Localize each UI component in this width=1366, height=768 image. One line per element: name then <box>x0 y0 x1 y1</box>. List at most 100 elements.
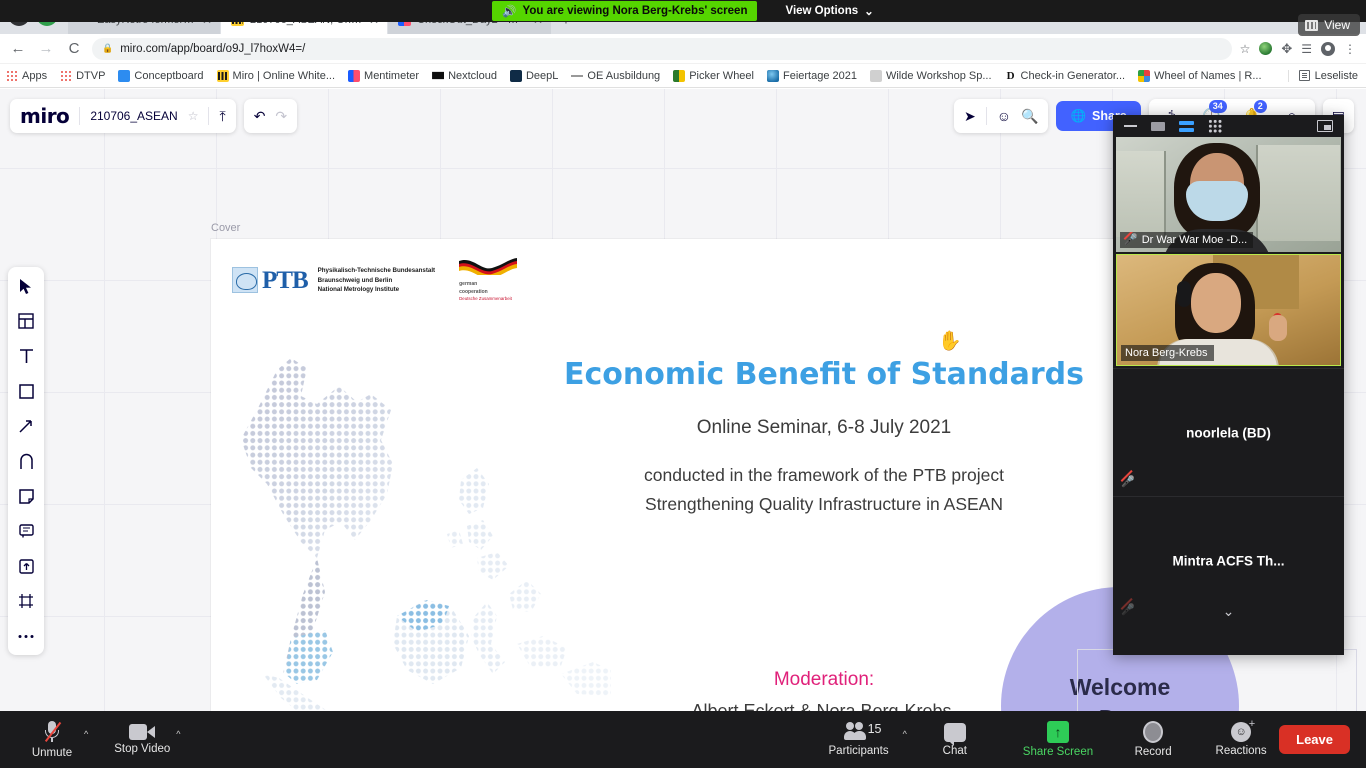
globe-icon: 🌐 <box>1070 108 1087 123</box>
profile-avatar-icon[interactable] <box>1321 41 1335 56</box>
url-input[interactable]: 🔒 miro.com/app/board/o9J_l7hoxW4=/ <box>92 37 1232 60</box>
bookmark-apps[interactable]: Apps <box>6 69 47 82</box>
chevron-down-icon: ⌄ <box>864 6 874 18</box>
viewing-text: You are viewing Nora Berg-Krebs' screen <box>522 5 748 17</box>
frame-label[interactable]: Cover <box>211 222 240 234</box>
upload-tool[interactable] <box>15 555 37 577</box>
participants-button[interactable]: 15 Participants <box>811 711 907 768</box>
bookmark-picker-wheel[interactable]: Picker Wheel <box>673 69 754 82</box>
arrow-tool[interactable] <box>15 415 37 437</box>
reading-list-icon <box>1298 70 1310 81</box>
mute-button[interactable]: Unmute <box>14 711 90 768</box>
redo-icon[interactable]: ↷ <box>275 108 287 125</box>
bookmark-wheel-of-names[interactable]: Wheel of Names | R... <box>1138 69 1262 82</box>
letter-d-icon: D <box>1004 69 1017 82</box>
extension-list-icon[interactable]: ☰ <box>1301 42 1312 56</box>
speaker-view-icon[interactable] <box>1179 120 1194 132</box>
extension-globe-icon[interactable] <box>1259 42 1273 55</box>
participants-caret[interactable]: ^ <box>903 729 907 739</box>
people-icon: 15 <box>843 722 881 742</box>
record-button[interactable]: Record <box>1115 711 1191 768</box>
bookmark-mentimeter[interactable]: Mentimeter <box>348 69 419 82</box>
stop-video-button[interactable]: Stop Video <box>104 711 180 768</box>
forward-button[interactable]: → <box>36 40 56 57</box>
reactions-button[interactable]: ☺ + Reactions <box>1203 711 1279 768</box>
share-upload-icon[interactable]: ⤒ <box>219 108 225 125</box>
slide-subtitle: Online Seminar, 6-8 July 2021 <box>696 417 952 438</box>
zoom-magic-icon[interactable]: 🔍 <box>1021 108 1038 125</box>
more-tools[interactable] <box>15 625 37 647</box>
pen-tool[interactable] <box>15 450 37 472</box>
apps-grid-icon <box>60 69 73 82</box>
leave-button[interactable]: Leave <box>1279 725 1350 754</box>
bookmark-checkin-generator[interactable]: D Check-in Generator... <box>1004 69 1125 82</box>
video-options-caret[interactable]: ^ <box>176 729 180 739</box>
chat-button[interactable]: Chat <box>917 711 993 768</box>
reload-button[interactable]: C <box>64 40 84 57</box>
undo-icon[interactable]: ↶ <box>254 108 266 125</box>
participant-tile-0[interactable]: 🎤 Dr War War Moe -D... <box>1116 137 1341 252</box>
wheel-of-names-icon <box>1138 69 1151 82</box>
extension-puzzle-icon[interactable]: ✥ <box>1281 41 1292 57</box>
bookmark-miro[interactable]: Miro | Online White... <box>216 69 335 82</box>
miro-history-pill: ↶ ↷ <box>243 99 298 133</box>
bookmark-label: Wilde Workshop Sp... <box>885 69 992 82</box>
bookmark-star-icon[interactable]: ☆ <box>1240 42 1251 56</box>
bookmark-label: Wheel of Names | R... <box>1154 69 1262 82</box>
pip-icon[interactable] <box>1317 120 1333 132</box>
board-name[interactable]: 210706_ASEAN <box>90 109 177 123</box>
mic-muted-icon: 🎤 <box>1123 232 1138 246</box>
slide-body: conducted in the framework of the PTB pr… <box>474 461 1174 519</box>
record-icon <box>1143 721 1164 743</box>
wilde-icon <box>869 69 882 82</box>
bookmark-deepl[interactable]: DeepL <box>509 69 558 82</box>
chat-bubble-icon <box>943 722 966 746</box>
mute-label: Unmute <box>31 747 73 759</box>
text-tool[interactable] <box>15 345 37 367</box>
zoom-video-panel-controls <box>1113 115 1344 137</box>
share-screen-button[interactable]: Share Screen <box>1015 711 1101 768</box>
ptb-line-2: Braunschweig und Berlin <box>317 276 393 284</box>
star-icon[interactable]: ☆ <box>188 109 199 123</box>
bookmark-oe-ausbildung[interactable]: OE Ausbildung <box>571 70 660 82</box>
back-button[interactable]: ← <box>8 40 28 57</box>
gc-line-2: cooperation <box>459 288 488 295</box>
german-flag-swoosh-icon <box>459 258 518 279</box>
gc-line-3: Deutsche Zusammenarbeit <box>459 296 512 301</box>
comment-tool[interactable] <box>15 520 37 542</box>
cursor-select-icon[interactable]: ➤ <box>964 108 976 125</box>
miro-tool-rail <box>8 267 44 655</box>
templates-tool[interactable] <box>15 310 37 332</box>
chevron-down-icon[interactable]: ⌄ <box>1113 603 1344 620</box>
bookmark-dtvp[interactable]: DTVP <box>60 69 105 82</box>
view-options-button[interactable]: View Options ⌄ <box>785 4 873 18</box>
zoom-view-floating-button[interactable]: View <box>1298 14 1360 36</box>
share-screen-icon <box>1046 721 1069 743</box>
chrome-menu-icon[interactable]: ⋮ <box>1344 42 1356 56</box>
gallery-view-icon[interactable] <box>1208 119 1222 133</box>
notifications-badge: 2 <box>1253 100 1267 113</box>
hand-cursor-icon: ✋ <box>938 331 962 352</box>
sticky-note-tool[interactable] <box>15 485 37 507</box>
participant-tile-2[interactable]: noorlela (BD) 🎤 <box>1113 368 1344 496</box>
bookmark-label: Picker Wheel <box>689 69 754 82</box>
frame-tool[interactable] <box>15 590 37 612</box>
minimize-icon[interactable] <box>1124 125 1137 127</box>
shapes-tool[interactable] <box>15 380 37 402</box>
slide-body-line-1: conducted in the framework of the PTB pr… <box>644 465 1004 485</box>
miro-logo[interactable]: miro <box>20 104 70 128</box>
apps-grid-icon <box>6 69 18 82</box>
bookmark-conceptboard[interactable]: Conceptboard <box>118 69 204 82</box>
bookmark-wilde-workshop[interactable]: Wilde Workshop Sp... <box>869 69 992 82</box>
bookmark-feiertage[interactable]: Feiertage 2021 <box>766 69 857 82</box>
audio-options-caret[interactable]: ^ <box>84 729 88 739</box>
bookmark-nextcloud[interactable]: Nextcloud <box>432 70 497 82</box>
single-view-icon[interactable] <box>1151 121 1165 131</box>
participant-tile-1[interactable]: Nora Berg-Krebs <box>1116 254 1341 366</box>
select-tool[interactable] <box>15 275 37 297</box>
reading-list-button[interactable]: Leseliste <box>1287 69 1360 82</box>
emoji-plus-icon[interactable]: ☺ <box>997 108 1011 124</box>
gc-line-1: german <box>459 281 478 287</box>
participant-tile-3[interactable]: Mintra ACFS Th... 🎤 ⌄ <box>1113 496 1344 624</box>
gc-text: german cooperation Deutsche Zusammenarbe… <box>459 281 517 303</box>
